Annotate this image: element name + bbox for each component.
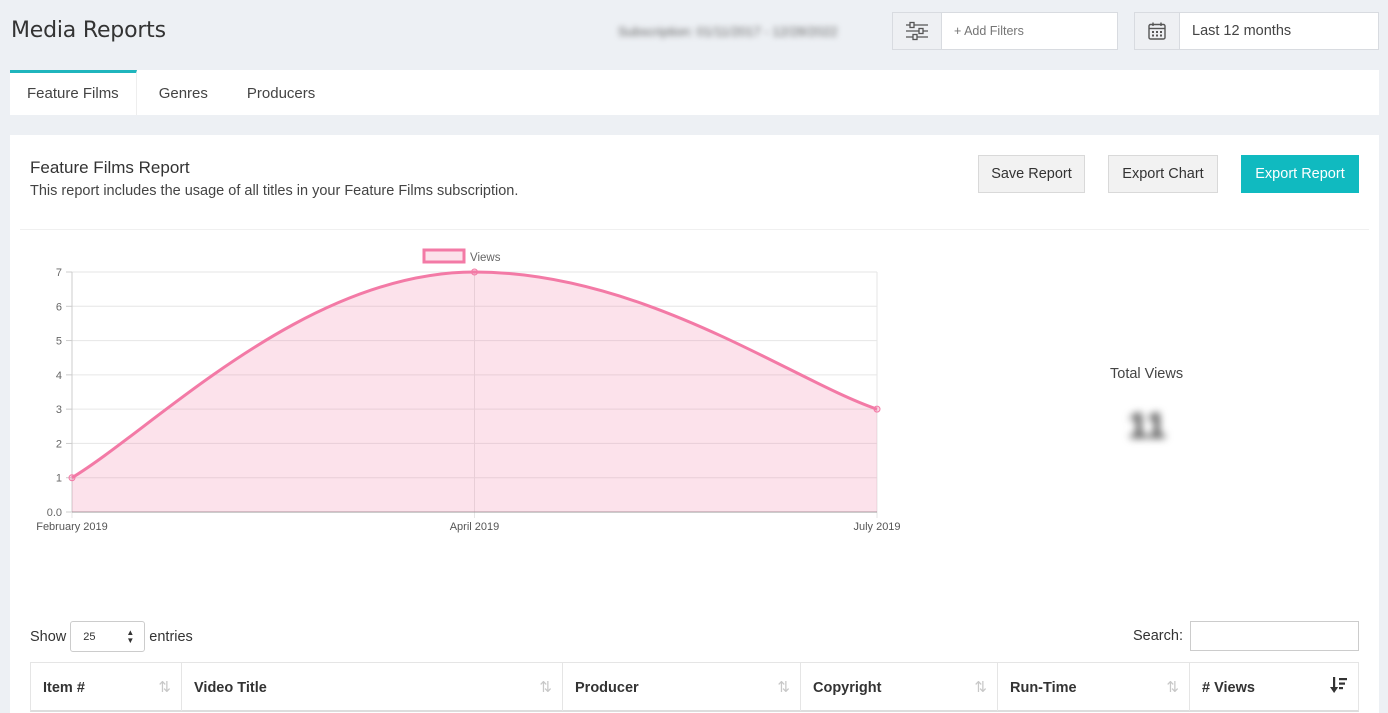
y-tick-label: 3: [56, 404, 62, 416]
y-tick-label: 4: [56, 370, 62, 382]
select-arrows-icon: ▲ ▼: [126, 628, 135, 645]
data-point: [471, 268, 478, 276]
top-bar: Media Reports Subscription: 01/11/2017 -…: [0, 0, 1388, 64]
calendar-button[interactable]: [1135, 13, 1180, 49]
column-label: Copyright: [813, 680, 882, 696]
report-panel: Feature Films Report This report include…: [10, 135, 1379, 713]
calendar-icon: [1148, 22, 1166, 40]
column-producer[interactable]: Producer ⇅: [563, 663, 801, 711]
save-report-button[interactable]: Save Report: [978, 155, 1085, 193]
entries-value: 25: [83, 630, 96, 643]
column-video-title[interactable]: Video Title ⇅: [182, 663, 563, 711]
sort-icon: ⇅: [974, 679, 987, 696]
views-chart: 0.0 1 2 3 4 5 6 7 February 2019 April 2019 July 20…: [36, 248, 901, 533]
total-views-value: 11: [1128, 405, 1167, 446]
add-filters-input[interactable]: [942, 13, 1117, 49]
table-header: Item # ⇅ Video Title ⇅ Producer ⇅ Copyri…: [30, 662, 1359, 712]
column-views[interactable]: # Views: [1190, 663, 1358, 711]
filter-toggle-button[interactable]: [893, 13, 942, 49]
search-label: Search:: [1133, 628, 1183, 644]
y-tick-label: 5: [56, 336, 62, 348]
y-tick-label: 2: [56, 438, 62, 450]
entries-label: entries: [149, 628, 193, 645]
column-item-number[interactable]: Item # ⇅: [31, 663, 182, 711]
table-search: Search:: [1133, 621, 1359, 651]
sliders-icon: [906, 21, 928, 41]
subscription-dates: Subscription: 01/11/2017 - 12/28/2022: [618, 24, 838, 39]
sort-descending-icon: [1330, 677, 1347, 693]
entries-select[interactable]: 25 ▲ ▼: [70, 621, 146, 652]
entries-length-control: Show 25 ▲ ▼ entries: [30, 621, 193, 652]
y-tick-label: 1: [56, 473, 62, 485]
date-range-control[interactable]: Last 12 months: [1134, 12, 1379, 50]
report-tabs: Feature Films Genres Producers: [10, 70, 1379, 115]
y-tick-label: 0.0: [47, 507, 62, 519]
column-run-time[interactable]: Run-Time ⇅: [998, 663, 1190, 711]
x-tick-label: February 2019: [36, 521, 108, 533]
legend-label: Views: [470, 252, 501, 264]
report-title: Feature Films Report: [30, 158, 190, 177]
column-label: Run-Time: [1010, 680, 1077, 696]
tab-feature-films[interactable]: Feature Films: [10, 70, 137, 115]
column-label: # Views: [1202, 680, 1255, 696]
data-point: [873, 405, 881, 413]
series-area: [72, 272, 877, 512]
show-label: Show: [30, 628, 67, 645]
search-input[interactable]: [1189, 621, 1359, 651]
column-label: Video Title: [194, 680, 267, 696]
column-label: Producer: [575, 680, 639, 696]
export-chart-button[interactable]: Export Chart: [1108, 155, 1218, 193]
tab-producers[interactable]: Producers: [230, 70, 332, 115]
date-range-value: Last 12 months: [1192, 23, 1292, 39]
sort-icon: ⇅: [539, 679, 552, 696]
page-title: Media Reports: [11, 18, 166, 43]
sort-icon: ⇅: [158, 679, 171, 696]
report-description: This report includes the usage of all ti…: [30, 183, 519, 199]
tab-genres[interactable]: Genres: [137, 70, 230, 115]
export-report-button[interactable]: Export Report: [1241, 155, 1359, 193]
x-tick-label: July 2019: [853, 521, 900, 533]
total-views-label: Total Views: [1110, 366, 1184, 382]
column-copyright[interactable]: Copyright ⇅: [801, 663, 998, 711]
column-label: Item #: [43, 680, 85, 696]
y-tick-label: 6: [56, 301, 62, 313]
x-tick-label: April 2019: [450, 521, 500, 533]
sort-icon: ⇅: [1166, 679, 1179, 696]
sort-icon: ⇅: [777, 679, 790, 696]
filter-control: [892, 12, 1118, 50]
legend-swatch: [422, 248, 466, 264]
data-point: [68, 474, 76, 482]
y-tick-label: 7: [56, 267, 62, 279]
